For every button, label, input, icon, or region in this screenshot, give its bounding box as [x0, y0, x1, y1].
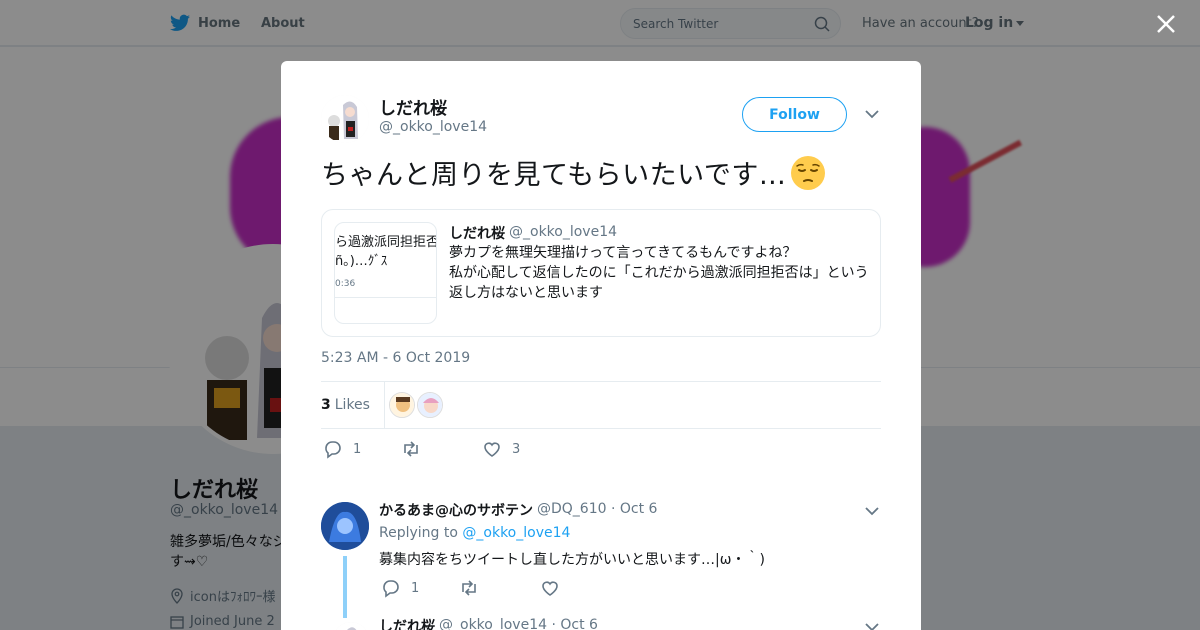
reply-icon: [383, 580, 399, 598]
liker-avatar[interactable]: [389, 392, 415, 418]
likes-count: 3: [321, 397, 331, 413]
chevron-down-icon[interactable]: [865, 506, 879, 516]
retweet-action[interactable]: [401, 439, 421, 459]
replying-to: Replying to @_okko_love14: [379, 525, 570, 541]
likes-stat[interactable]: 3 Likes: [321, 382, 385, 428]
quoted-tweet-text: 夢カプを無理矢理描けって言ってきてるもんですよね？ 私が心配して返信したのに「こ…: [449, 245, 869, 301]
author-name[interactable]: しだれ桜: [379, 94, 447, 119]
tweet-timestamp[interactable]: 5:23 AM - 6 Oct 2019: [321, 350, 470, 366]
quoted-author-name: しだれ桜: [449, 226, 505, 242]
thread-connector-line: [343, 556, 347, 618]
liker-avatar-image: [390, 393, 414, 417]
author-avatar-image: [321, 95, 369, 143]
retweet-icon: [462, 580, 476, 596]
replying-to-prefix: Replying to: [379, 525, 458, 541]
quoted-media-duration: 0:36: [335, 279, 356, 289]
reply-author-handle[interactable]: @_okko_love14 · Oct 6: [439, 617, 598, 630]
quoted-tweet-media[interactable]: ら過激派同担拒否 ñ｡)…ｸﾞｽ 0:36: [334, 222, 437, 324]
reply-count: 1: [353, 441, 362, 457]
like-action[interactable]: [540, 578, 560, 598]
tweet-stats: 3 Likes: [321, 381, 881, 429]
reply-actions: 1: [379, 578, 859, 598]
tweet-text: ちゃんと周りを見てもらいたいです…: [321, 153, 826, 192]
reply-action[interactable]: 1: [381, 578, 419, 598]
liker-avatar-image: [418, 393, 442, 417]
reply-author-avatar-image: [321, 502, 369, 550]
author-handle[interactable]: @_okko_love14: [379, 119, 487, 135]
quoted-tweet[interactable]: ら過激派同担拒否 ñ｡)…ｸﾞｽ 0:36 しだれ桜 @_okko_love14…: [321, 209, 881, 337]
like-count: 3: [512, 441, 521, 457]
quoted-author-handle: @_okko_love14: [509, 224, 618, 240]
reply-author-name[interactable]: しだれ桜: [379, 616, 435, 630]
reply-author-handle[interactable]: @DQ_610 · Oct 6: [537, 501, 657, 517]
reply-action[interactable]: 1: [323, 439, 361, 459]
reply-author-name[interactable]: かるあま@心のサボテン: [379, 500, 533, 520]
divider: [335, 297, 436, 298]
tweet-text-content: ちゃんと周りを見てもらいたいです…: [321, 160, 787, 191]
close-icon[interactable]: [1154, 12, 1178, 36]
heart-icon: [484, 442, 500, 457]
reply-text: 募集内容をちツイートし直した方がいいと思います…|ω・｀): [379, 552, 765, 568]
like-action[interactable]: 3: [482, 439, 520, 459]
liker-avatar[interactable]: [417, 392, 443, 418]
pensive-face-emoji-icon: [791, 155, 826, 190]
likes-label: Likes: [334, 397, 370, 413]
author-avatar[interactable]: [321, 95, 369, 143]
chevron-down-icon[interactable]: [865, 109, 879, 119]
heart-icon: [542, 581, 558, 596]
retweet-action[interactable]: [459, 578, 479, 598]
quoted-media-text: ら過激派同担拒否 ñ｡)…ｸﾞｽ: [335, 235, 437, 269]
reply-author-avatar[interactable]: [321, 502, 369, 550]
tweet-modal: しだれ桜 @_okko_love14 Follow ちゃんと周りを見てもらいたい…: [281, 61, 921, 630]
reply-count: 1: [411, 580, 420, 596]
replying-to-link[interactable]: @_okko_love14: [462, 525, 570, 541]
follow-button[interactable]: Follow: [742, 97, 847, 132]
chevron-down-icon[interactable]: [865, 622, 879, 630]
reply-icon: [325, 441, 341, 459]
reply-author-avatar[interactable]: [333, 622, 369, 630]
tweet-actions: 1 3: [321, 439, 881, 461]
reply-author-avatar-image: [333, 622, 369, 630]
retweet-icon: [404, 441, 418, 457]
